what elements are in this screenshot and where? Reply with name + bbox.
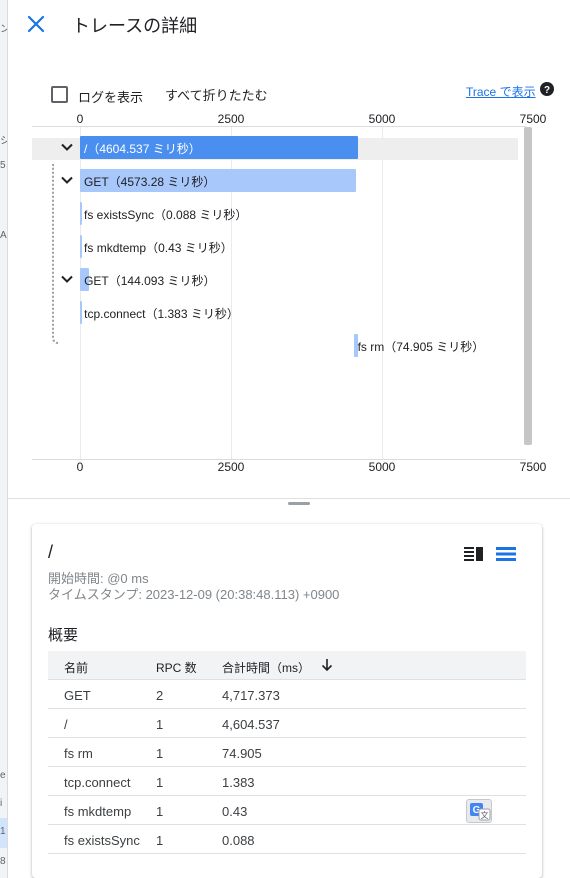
close-icon[interactable]	[24, 12, 48, 36]
table-row[interactable]: GET 2 4,717.373	[48, 680, 526, 709]
table-body: GET 2 4,717.373 / 1 4,604.537 fs rm 1 74.905 tcp.…	[48, 680, 526, 854]
column-header-name[interactable]: 名前	[64, 659, 88, 676]
column-header-total-time[interactable]: 合計時間（ms）	[222, 659, 310, 676]
cell-name: /	[64, 717, 68, 732]
timestamp: タイムスタンプ: 2023-12-09 (20:38:48.113) +0900	[48, 587, 340, 602]
cell-name: GET	[64, 688, 91, 703]
span-row[interactable]: fs rm（74.905 ミリ秒）	[8, 334, 528, 357]
span-label: fs rm（74.905 ミリ秒）	[357, 340, 485, 354]
cell-rpc-count: 1	[156, 833, 164, 848]
cell-total-time: 0.43	[222, 804, 248, 819]
expand-chevron-icon[interactable]	[60, 140, 74, 154]
timeline-scrollbar[interactable]	[524, 127, 532, 445]
cell-name: tcp.connect	[64, 775, 131, 790]
resize-handle[interactable]	[288, 502, 310, 505]
view-in-trace-link[interactable]: Trace で表示	[466, 83, 536, 100]
cell-rpc-count: 2	[156, 688, 164, 703]
table-header-row: 名前 RPC 数 合計時間（ms）	[48, 651, 526, 680]
expand-chevron-icon[interactable]	[60, 173, 74, 187]
summary-heading: 概要	[48, 627, 79, 644]
svg-text:?: ?	[544, 85, 550, 96]
svg-text:文: 文	[481, 810, 489, 820]
span-row[interactable]: tcp.connect（1.383 ミリ秒）	[8, 301, 528, 324]
summary-table: 名前 RPC 数 合計時間（ms） GET 2 4,717.373 / 1 4,604.5…	[48, 651, 526, 854]
bottom-tick-label: 7500	[519, 460, 547, 474]
span-bar[interactable]	[80, 202, 83, 225]
span-row[interactable]: GET（144.093 ミリ秒）	[8, 268, 528, 291]
background-page-strip: ン シ 5 A e i 1 8	[0, 0, 8, 878]
show-logs-checkbox[interactable]	[51, 86, 68, 103]
cell-rpc-count: 1	[156, 804, 164, 819]
collapse-all-button[interactable]: すべて折りたたむ	[165, 85, 268, 104]
table-row[interactable]: / 1 4,604.537	[48, 709, 526, 738]
span-title: /	[48, 542, 54, 562]
panel-header: トレースの詳細	[8, 0, 570, 48]
bottom-tick-label: 5000	[368, 460, 396, 474]
top-tick-label: 7500	[519, 112, 547, 126]
pane-divider	[8, 498, 570, 499]
split-view-icon[interactable]	[464, 546, 484, 562]
span-label: /（4604.537 ミリ秒）	[84, 142, 201, 156]
span-label: fs existsSync（0.088 ミリ秒）	[84, 208, 248, 222]
translate-icon[interactable]: G 文	[466, 799, 492, 823]
help-icon[interactable]: ?	[540, 82, 554, 96]
span-detail-card: / 開始時間: @0 ms タイムスタンプ: 2023-12-09 (20:38…	[32, 524, 542, 878]
span-label: tcp.connect（1.383 ミリ秒）	[84, 307, 239, 321]
cell-total-time: 0.088	[222, 833, 255, 848]
top-tick-label: 5000	[368, 112, 396, 126]
span-label: fs mkdtemp（0.43 ミリ秒）	[84, 241, 233, 255]
cell-name: fs mkdtemp	[64, 804, 132, 819]
cell-rpc-count: 1	[156, 746, 164, 761]
cell-name: fs existsSync	[64, 833, 140, 848]
cell-total-time: 1.383	[222, 775, 255, 790]
column-header-rpc-count[interactable]: RPC 数	[156, 659, 197, 676]
trace-toolbar: ログを表示 すべて折りたたむ Trace で表示 ?	[8, 78, 570, 108]
bottom-tick-label: 0	[76, 460, 84, 474]
span-label: GET（144.093 ミリ秒）	[84, 274, 216, 288]
top-tick-label: 2500	[217, 112, 245, 126]
cell-rpc-count: 1	[156, 717, 164, 732]
span-row[interactable]: fs existsSync（0.088 ミリ秒）	[8, 202, 528, 225]
cell-total-time: 4,604.537	[222, 717, 280, 732]
table-row[interactable]: fs existsSync 1 0.088	[48, 825, 526, 854]
top-axis-line	[32, 126, 526, 127]
cell-name: fs rm	[64, 746, 93, 761]
table-row[interactable]: fs mkdtemp 1 0.43	[48, 796, 526, 825]
span-bar[interactable]	[80, 301, 83, 324]
span-row[interactable]: fs mkdtemp（0.43 ミリ秒）	[8, 235, 528, 258]
sort-descending-icon[interactable]	[320, 658, 334, 672]
trace-timeline-chart: 0 2500 5000 7500 /（4604.537 ミリ秒） GET（4573…	[8, 110, 570, 474]
span-row[interactable]: GET（4573.28 ミリ秒）	[8, 169, 528, 192]
expand-chevron-icon[interactable]	[60, 272, 74, 286]
trace-details-panel: トレースの詳細 ログを表示 すべて折りたたむ Trace で表示 ? 0 250…	[8, 0, 570, 878]
page-title: トレースの詳細	[72, 16, 198, 36]
span-row[interactable]: /（4604.537 ミリ秒）	[8, 136, 528, 159]
list-view-icon[interactable]	[496, 546, 516, 562]
cell-total-time: 74.905	[222, 746, 262, 761]
top-tick-label: 0	[76, 112, 84, 126]
table-row[interactable]: tcp.connect 1 1.383	[48, 767, 526, 796]
span-bar[interactable]	[80, 235, 83, 258]
show-logs-label[interactable]: ログを表示	[78, 87, 143, 106]
span-label: GET（4573.28 ミリ秒）	[84, 175, 216, 189]
cell-total-time: 4,717.373	[222, 688, 280, 703]
table-row[interactable]: fs rm 1 74.905	[48, 738, 526, 767]
bottom-tick-label: 2500	[217, 460, 245, 474]
cell-rpc-count: 1	[156, 775, 164, 790]
bottom-axis-line	[32, 459, 526, 460]
